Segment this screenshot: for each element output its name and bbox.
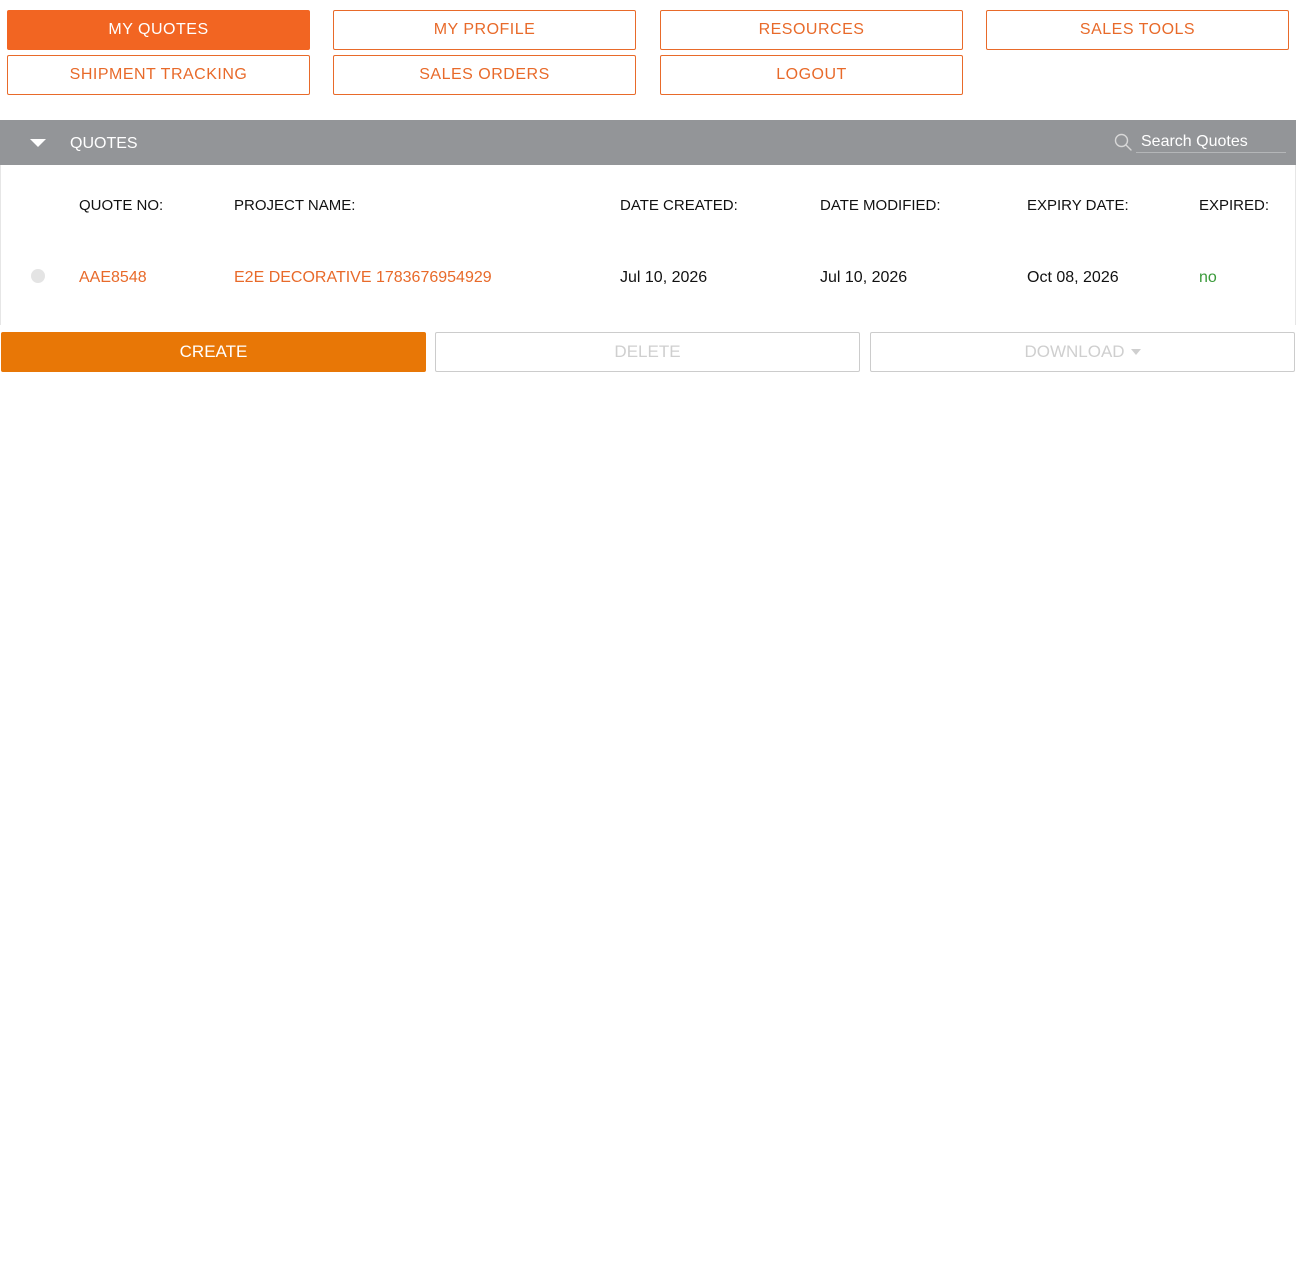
quote-number-link[interactable]: AAE8548 <box>79 269 147 287</box>
column-header-date-modified: DATE MODIFIED: <box>820 197 941 214</box>
create-button[interactable]: CREATE <box>1 332 426 372</box>
nav-resources-button[interactable]: RESOURCES <box>660 10 963 50</box>
caret-down-icon[interactable] <box>30 139 46 147</box>
row-select-radio[interactable] <box>31 269 45 283</box>
nav-my-profile-button[interactable]: MY PROFILE <box>333 10 636 50</box>
caret-down-icon <box>1130 349 1141 355</box>
expiry-date-cell: Oct 08, 2026 <box>1027 269 1119 286</box>
download-button[interactable]: DOWNLOAD <box>870 332 1295 372</box>
nav-shipment-tracking-button[interactable]: SHIPMENT TRACKING <box>7 55 310 95</box>
column-header-project-name: PROJECT NAME: <box>234 197 356 214</box>
delete-button[interactable]: DELETE <box>435 332 860 372</box>
nav-sales-orders-button[interactable]: SALES ORDERS <box>333 55 636 95</box>
quote-search <box>1114 131 1286 155</box>
expired-status-cell: no <box>1199 269 1217 286</box>
top-navigation: MY QUOTES MY PROFILE RESOURCES SALES TOO… <box>0 0 1296 110</box>
search-icon <box>1114 133 1132 151</box>
date-created-cell: Jul 10, 2026 <box>620 269 708 286</box>
column-header-expiry-date: EXPIRY DATE: <box>1027 197 1129 214</box>
column-header-expired: EXPIRED: <box>1199 197 1270 214</box>
column-header-date-created: DATE CREATED: <box>620 197 738 214</box>
column-header-quote-no: QUOTE NO: <box>79 197 164 214</box>
delete-button-label: DELETE <box>614 342 681 361</box>
nav-my-quotes-button[interactable]: MY QUOTES <box>7 10 310 50</box>
download-button-label: DOWNLOAD <box>1024 342 1125 361</box>
nav-logout-button[interactable]: LOGOUT <box>660 55 963 95</box>
quotes-panel-header: QUOTES <box>0 120 1296 165</box>
nav-sales-tools-button[interactable]: SALES TOOLS <box>986 10 1289 50</box>
quotes-panel-title: QUOTES <box>70 135 138 152</box>
project-name-link[interactable]: E2E DECORATIVE 1783676954929 <box>234 269 492 287</box>
create-button-label: CREATE <box>179 342 248 361</box>
quotes-table: QUOTE NO: PROJECT NAME: DATE CREATED: DA… <box>0 165 1296 325</box>
date-modified-cell: Jul 10, 2026 <box>820 269 908 286</box>
search-quotes-input[interactable] <box>1136 131 1286 153</box>
